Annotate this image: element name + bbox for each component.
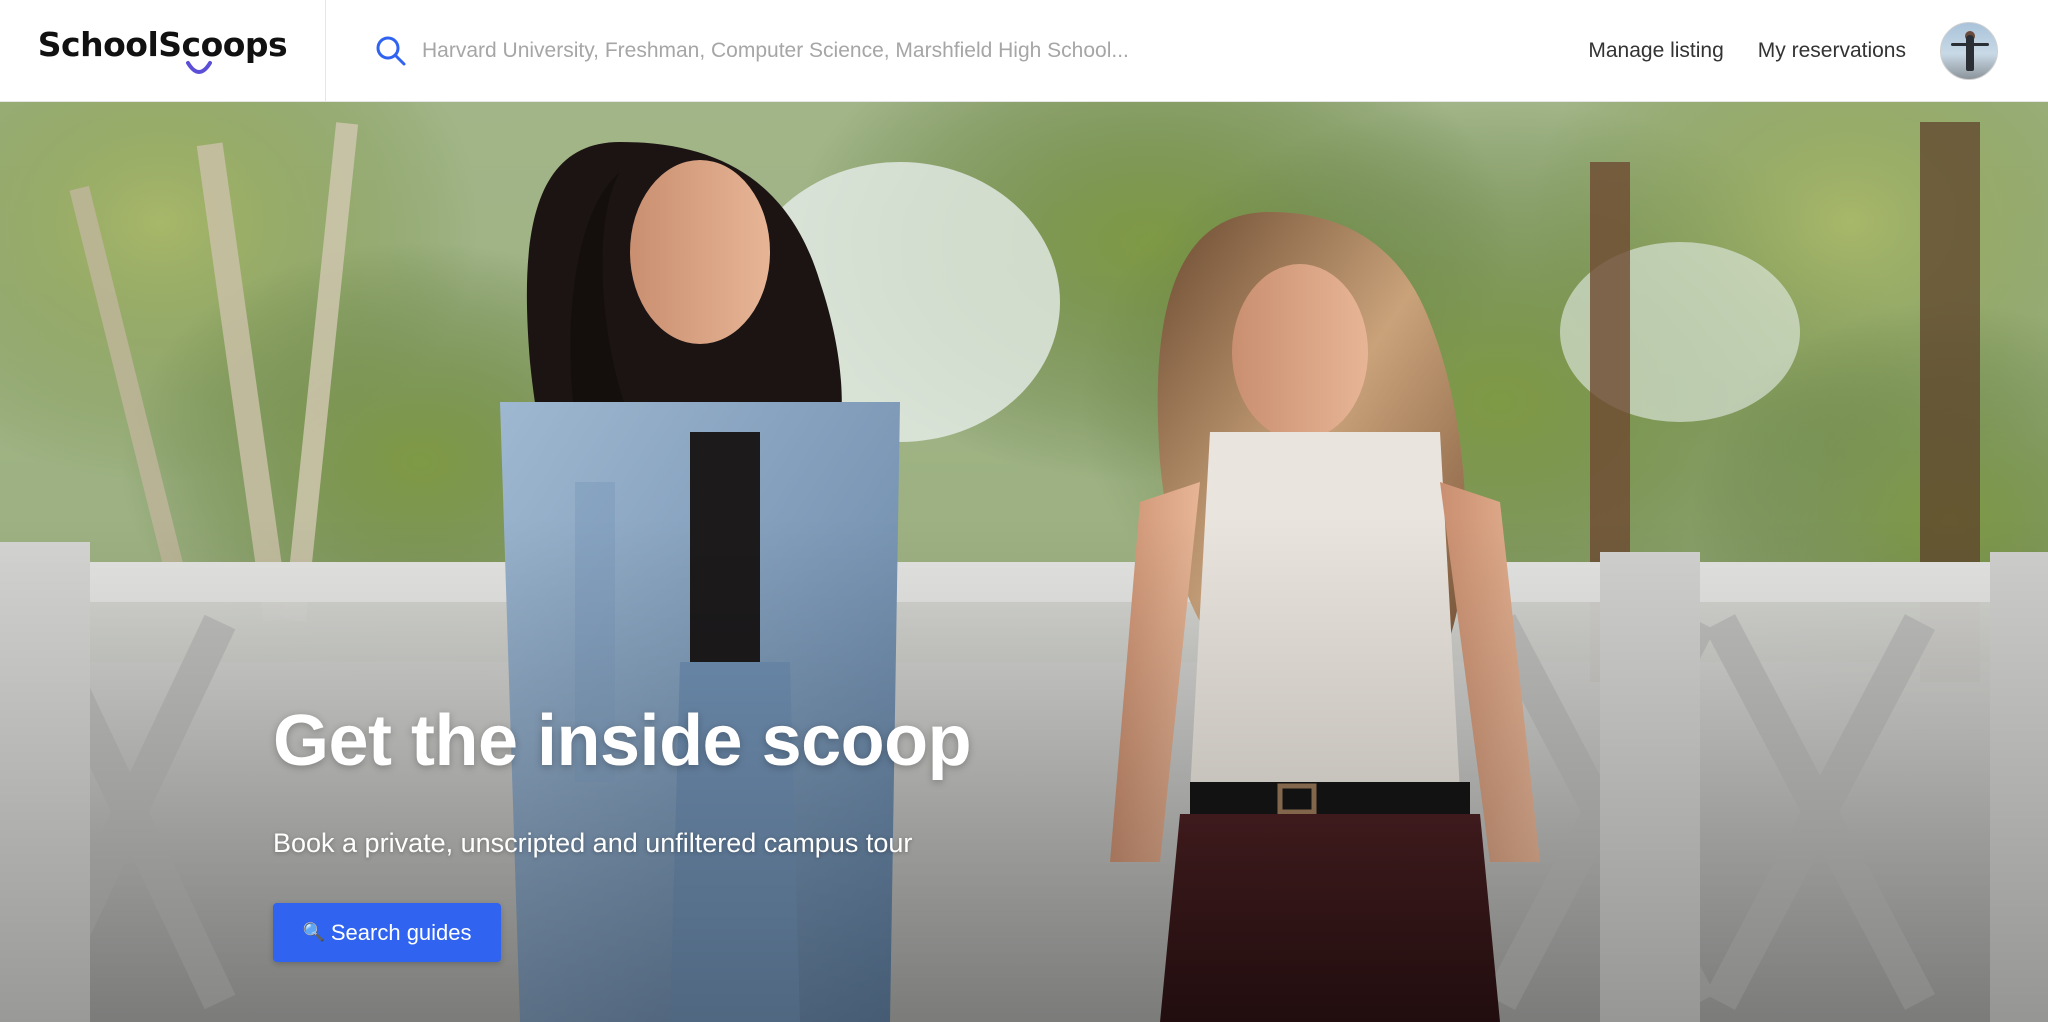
- manage-listing-link[interactable]: Manage listing: [1588, 39, 1723, 63]
- logo-text: SchoolScoops: [37, 25, 288, 64]
- search-guides-button[interactable]: 🔍 Search guides: [273, 903, 501, 962]
- search-guides-label: Search guides: [330, 919, 472, 945]
- magnifier-icon: 🔍: [302, 922, 325, 942]
- hero-content: Get the inside scoop Book a private, uns…: [273, 700, 972, 962]
- avatar[interactable]: [1940, 21, 1998, 80]
- my-reservations-link[interactable]: My reservations: [1758, 39, 1906, 63]
- top-navbar: SchoolScoops Manage listing My reservati…: [0, 0, 2048, 102]
- logo-container[interactable]: SchoolScoops: [0, 0, 326, 102]
- search-icon[interactable]: [374, 34, 408, 68]
- hero-section: Get the inside scoop Book a private, uns…: [0, 102, 2048, 1022]
- logo-smile-icon: [185, 61, 212, 74]
- logo[interactable]: SchoolScoops: [37, 25, 288, 74]
- search-input[interactable]: [422, 38, 1182, 63]
- page: SchoolScoops Manage listing My reservati…: [0, 0, 2048, 1022]
- hero-title: Get the inside scoop: [273, 701, 972, 781]
- header-nav: Manage listing My reservations: [1554, 21, 1998, 80]
- avatar-figure: [1966, 34, 1974, 71]
- hero-subtitle: Book a private, unscripted and unfiltere…: [273, 828, 913, 858]
- search-bar: [326, 0, 1554, 102]
